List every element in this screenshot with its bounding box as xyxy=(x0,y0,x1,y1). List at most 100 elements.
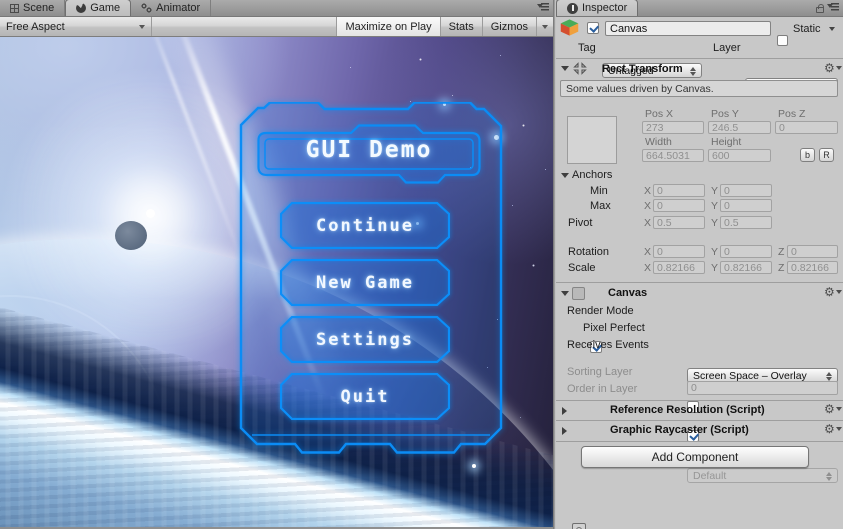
unity-editor-window: Scene Game Animator Free Aspect Maximize… xyxy=(0,0,843,529)
panel-menu-icon[interactable] xyxy=(537,3,548,12)
moon-silhouette xyxy=(115,221,147,250)
blueprint-mode-button[interactable]: b xyxy=(800,148,815,162)
gear-icon[interactable] xyxy=(824,403,842,415)
anchor-min-y-field[interactable]: 0 xyxy=(720,184,772,197)
anchor-max-y-field[interactable]: 0 xyxy=(720,199,772,212)
anchor-min-x-field[interactable]: 0 xyxy=(653,184,705,197)
gizmos-button[interactable]: Gizmos xyxy=(482,17,536,36)
new-game-button[interactable]: New Game xyxy=(280,259,450,306)
popup-arrow-icon xyxy=(690,67,697,76)
tab-animator[interactable]: Animator xyxy=(131,0,211,16)
gameobject-cube-icon[interactable] xyxy=(560,19,579,36)
reference-resolution-icon xyxy=(572,523,586,529)
canvas-component-title: Canvas xyxy=(608,287,647,299)
maximize-on-play-label: Maximize on Play xyxy=(345,21,431,33)
quit-button[interactable]: Quit xyxy=(280,373,450,420)
gui-demo-menu-panel: GUI Demo Continue New Game Settings Quit xyxy=(238,102,504,461)
scene-grid-icon xyxy=(10,4,19,13)
tab-scene[interactable]: Scene xyxy=(0,0,65,16)
tab-game[interactable]: Game xyxy=(65,0,131,16)
anchor-preview-box[interactable] xyxy=(567,116,617,164)
scale-z-field[interactable]: 0.82166 xyxy=(787,261,838,274)
gameobject-name-field[interactable]: Canvas xyxy=(605,21,771,36)
pos-x-field[interactable]: 273 xyxy=(642,121,704,134)
continue-button[interactable]: Continue xyxy=(280,202,450,249)
sorting-layer-label: Sorting Layer xyxy=(567,366,632,378)
anchors-foldout[interactable] xyxy=(561,173,569,178)
gizmos-dropdown-arrow[interactable] xyxy=(536,17,553,36)
lock-icon[interactable] xyxy=(816,7,824,13)
graphic-raycaster-foldout[interactable] xyxy=(562,427,567,435)
y-axis-label: Y xyxy=(711,185,718,197)
new-game-button-label: New Game xyxy=(280,259,450,306)
game-panel: Scene Game Animator Free Aspect Maximize… xyxy=(0,0,553,529)
game-pacman-icon xyxy=(76,3,86,13)
tab-game-label: Game xyxy=(90,2,120,14)
pos-x-label: Pos X xyxy=(645,108,673,120)
tab-scene-label: Scene xyxy=(23,2,54,14)
gear-icon[interactable] xyxy=(824,286,842,298)
static-flags-dropdown-icon[interactable] xyxy=(829,27,835,31)
tab-inspector[interactable]: Inspector xyxy=(556,0,638,16)
static-label: Static xyxy=(793,23,821,35)
reference-resolution-title: Reference Resolution (Script) xyxy=(610,404,765,416)
rect-transform-icon xyxy=(572,61,588,76)
pos-z-label: Pos Z xyxy=(778,108,805,120)
add-component-button[interactable]: Add Component xyxy=(581,446,809,468)
raw-edit-mode-button[interactable]: R xyxy=(819,148,834,162)
inspector-tab-bar: Inspector xyxy=(556,0,843,17)
rect-transform-foldout[interactable] xyxy=(561,66,569,71)
anchors-max-label: Max xyxy=(590,200,611,212)
pos-y-label: Pos Y xyxy=(711,108,739,120)
tab-inspector-label: Inspector xyxy=(582,2,627,14)
pivot-label: Pivot xyxy=(568,217,592,229)
rotation-z-field[interactable]: 0 xyxy=(787,245,838,258)
stats-button[interactable]: Stats xyxy=(440,17,482,36)
rotation-y-field[interactable]: 0 xyxy=(720,245,772,258)
pivot-y-field[interactable]: 0.5 xyxy=(720,216,772,229)
render-mode-label: Render Mode xyxy=(567,305,634,317)
sun-glare xyxy=(146,209,155,218)
anchors-min-label: Min xyxy=(590,185,608,197)
popup-arrow-icon xyxy=(826,472,833,481)
gear-icon[interactable] xyxy=(824,423,842,435)
gizmos-label: Gizmos xyxy=(491,21,528,33)
static-checkbox[interactable] xyxy=(777,35,788,46)
render-mode-value: Screen Space – Overlay xyxy=(693,370,807,382)
scale-x-field[interactable]: 0.82166 xyxy=(653,261,705,274)
settings-button[interactable]: Settings xyxy=(280,316,450,363)
game-toolbar: Free Aspect Maximize on Play Stats Gizmo… xyxy=(0,17,553,37)
anchor-max-x-field[interactable]: 0 xyxy=(653,199,705,212)
scale-y-field[interactable]: 0.82166 xyxy=(720,261,772,274)
pivot-x-field[interactable]: 0.5 xyxy=(653,216,705,229)
rotation-x-field[interactable]: 0 xyxy=(653,245,705,258)
chevron-down-icon xyxy=(139,25,145,29)
panel-menu-icon[interactable] xyxy=(827,3,838,12)
gameobject-active-checkbox[interactable] xyxy=(587,22,599,34)
pos-z-field[interactable]: 0 xyxy=(775,121,838,134)
reference-resolution-foldout[interactable] xyxy=(562,407,567,415)
height-field[interactable]: 600 xyxy=(708,149,771,162)
height-label: Height xyxy=(711,136,741,148)
sorting-layer-value: Default xyxy=(693,470,726,482)
y-axis-label: Y xyxy=(711,262,718,274)
gear-icon[interactable] xyxy=(824,62,842,74)
glow-star xyxy=(472,464,476,468)
maximize-on-play-button[interactable]: Maximize on Play xyxy=(336,17,439,36)
x-axis-label: X xyxy=(644,185,651,197)
animator-nodes-icon xyxy=(141,3,152,13)
canvas-foldout[interactable] xyxy=(561,291,569,296)
aspect-dropdown[interactable]: Free Aspect xyxy=(0,17,152,36)
anchors-label: Anchors xyxy=(572,169,612,181)
x-axis-label: X xyxy=(644,262,651,274)
x-axis-label: X xyxy=(644,200,651,212)
width-field[interactable]: 664.5031 xyxy=(642,149,704,162)
x-axis-label: X xyxy=(644,246,651,258)
aspect-dropdown-value: Free Aspect xyxy=(6,21,65,33)
order-in-layer-field: 0 xyxy=(687,381,838,395)
chevron-down-icon xyxy=(542,25,548,29)
z-axis-label: Z xyxy=(778,246,784,258)
pos-y-field[interactable]: 246.5 xyxy=(708,121,771,134)
x-axis-label: X xyxy=(644,217,651,229)
tag-label: Tag xyxy=(578,42,596,54)
